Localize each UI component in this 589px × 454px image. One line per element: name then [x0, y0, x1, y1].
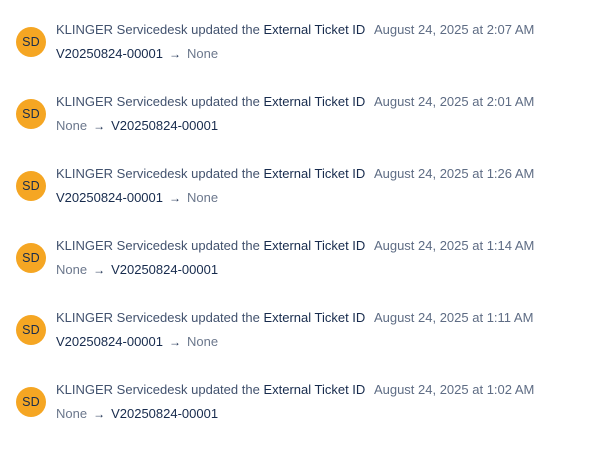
- activity-headline: KLINGER Servicedesk updated the External…: [56, 238, 534, 254]
- timestamp: August 24, 2025 at 1:11 AM: [373, 310, 534, 325]
- activity-headline: KLINGER Servicedesk updated the External…: [56, 310, 533, 326]
- avatar[interactable]: SD: [16, 27, 46, 57]
- avatar[interactable]: SD: [16, 387, 46, 417]
- change-detail: V20250824-00001 → None: [56, 46, 218, 62]
- actor-name[interactable]: KLINGER Servicedesk: [56, 382, 188, 397]
- avatar[interactable]: SD: [16, 315, 46, 345]
- change-detail: None → V20250824-00001: [56, 406, 218, 422]
- old-value: None: [56, 406, 88, 421]
- arrow-right-icon: →: [169, 47, 181, 61]
- action-verb: updated the: [191, 166, 260, 181]
- activity-headline: KLINGER Servicedesk updated the External…: [56, 166, 534, 182]
- actor-name[interactable]: KLINGER Servicedesk: [56, 94, 188, 109]
- activity-item: SD KLINGER Servicedesk updated the Exter…: [0, 382, 589, 454]
- action-verb: updated the: [191, 22, 260, 37]
- action-verb: updated the: [191, 94, 260, 109]
- timestamp: August 24, 2025 at 1:14 AM: [373, 238, 535, 253]
- arrow-right-icon: →: [93, 407, 106, 421]
- activity-headline: KLINGER Servicedesk updated the External…: [56, 94, 534, 110]
- activity-item: SD KLINGER Servicedesk updated the Exter…: [0, 310, 589, 382]
- arrow-right-icon: →: [93, 119, 106, 133]
- new-value: None: [187, 46, 219, 61]
- old-value: V20250824-00001: [56, 334, 163, 349]
- actor-name[interactable]: KLINGER Servicedesk: [56, 238, 188, 253]
- actor-name[interactable]: KLINGER Servicedesk: [56, 166, 188, 181]
- new-value: V20250824-00001: [111, 406, 219, 421]
- old-value: V20250824-00001: [56, 190, 163, 205]
- activity-item: SD KLINGER Servicedesk updated the Exter…: [0, 22, 589, 94]
- activity-item: SD KLINGER Servicedesk updated the Exter…: [0, 166, 589, 238]
- change-detail: V20250824-00001 → None: [56, 334, 218, 350]
- timestamp: August 24, 2025 at 1:02 AM: [373, 382, 535, 397]
- activity-item: SD KLINGER Servicedesk updated the Exter…: [0, 94, 589, 166]
- change-detail: None → V20250824-00001: [56, 118, 218, 134]
- arrow-right-icon: →: [169, 335, 181, 349]
- action-verb: updated the: [191, 382, 260, 397]
- activity-headline: KLINGER Servicedesk updated the External…: [56, 382, 534, 398]
- new-value: None: [187, 190, 219, 205]
- arrow-right-icon: →: [169, 191, 181, 205]
- old-value: None: [56, 118, 88, 133]
- field-name: External Ticket ID: [263, 382, 366, 397]
- field-name: External Ticket ID: [263, 238, 366, 253]
- field-name: External Ticket ID: [263, 22, 366, 37]
- field-name: External Ticket ID: [263, 166, 366, 181]
- actor-name[interactable]: KLINGER Servicedesk: [56, 22, 188, 37]
- change-detail: V20250824-00001 → None: [56, 190, 218, 206]
- timestamp: August 24, 2025 at 1:26 AM: [373, 166, 535, 181]
- action-verb: updated the: [191, 310, 260, 325]
- timestamp: August 24, 2025 at 2:07 AM: [373, 22, 535, 37]
- old-value: None: [56, 262, 88, 277]
- new-value: None: [187, 334, 219, 349]
- old-value: V20250824-00001: [56, 46, 163, 61]
- activity-feed: SD KLINGER Servicedesk updated the Exter…: [0, 0, 589, 437]
- avatar[interactable]: SD: [16, 99, 46, 129]
- timestamp: August 24, 2025 at 2:01 AM: [373, 94, 535, 109]
- activity-item: SD KLINGER Servicedesk updated the Exter…: [0, 238, 589, 310]
- avatar[interactable]: SD: [16, 243, 46, 273]
- activity-headline: KLINGER Servicedesk updated the External…: [56, 22, 534, 38]
- action-verb: updated the: [191, 238, 260, 253]
- actor-name[interactable]: KLINGER Servicedesk: [56, 310, 188, 325]
- field-name: External Ticket ID: [263, 310, 366, 325]
- arrow-right-icon: →: [93, 263, 106, 277]
- new-value: V20250824-00001: [111, 118, 219, 133]
- avatar[interactable]: SD: [16, 171, 46, 201]
- change-detail: None → V20250824-00001: [56, 262, 218, 278]
- new-value: V20250824-00001: [111, 262, 219, 277]
- field-name: External Ticket ID: [263, 94, 366, 109]
